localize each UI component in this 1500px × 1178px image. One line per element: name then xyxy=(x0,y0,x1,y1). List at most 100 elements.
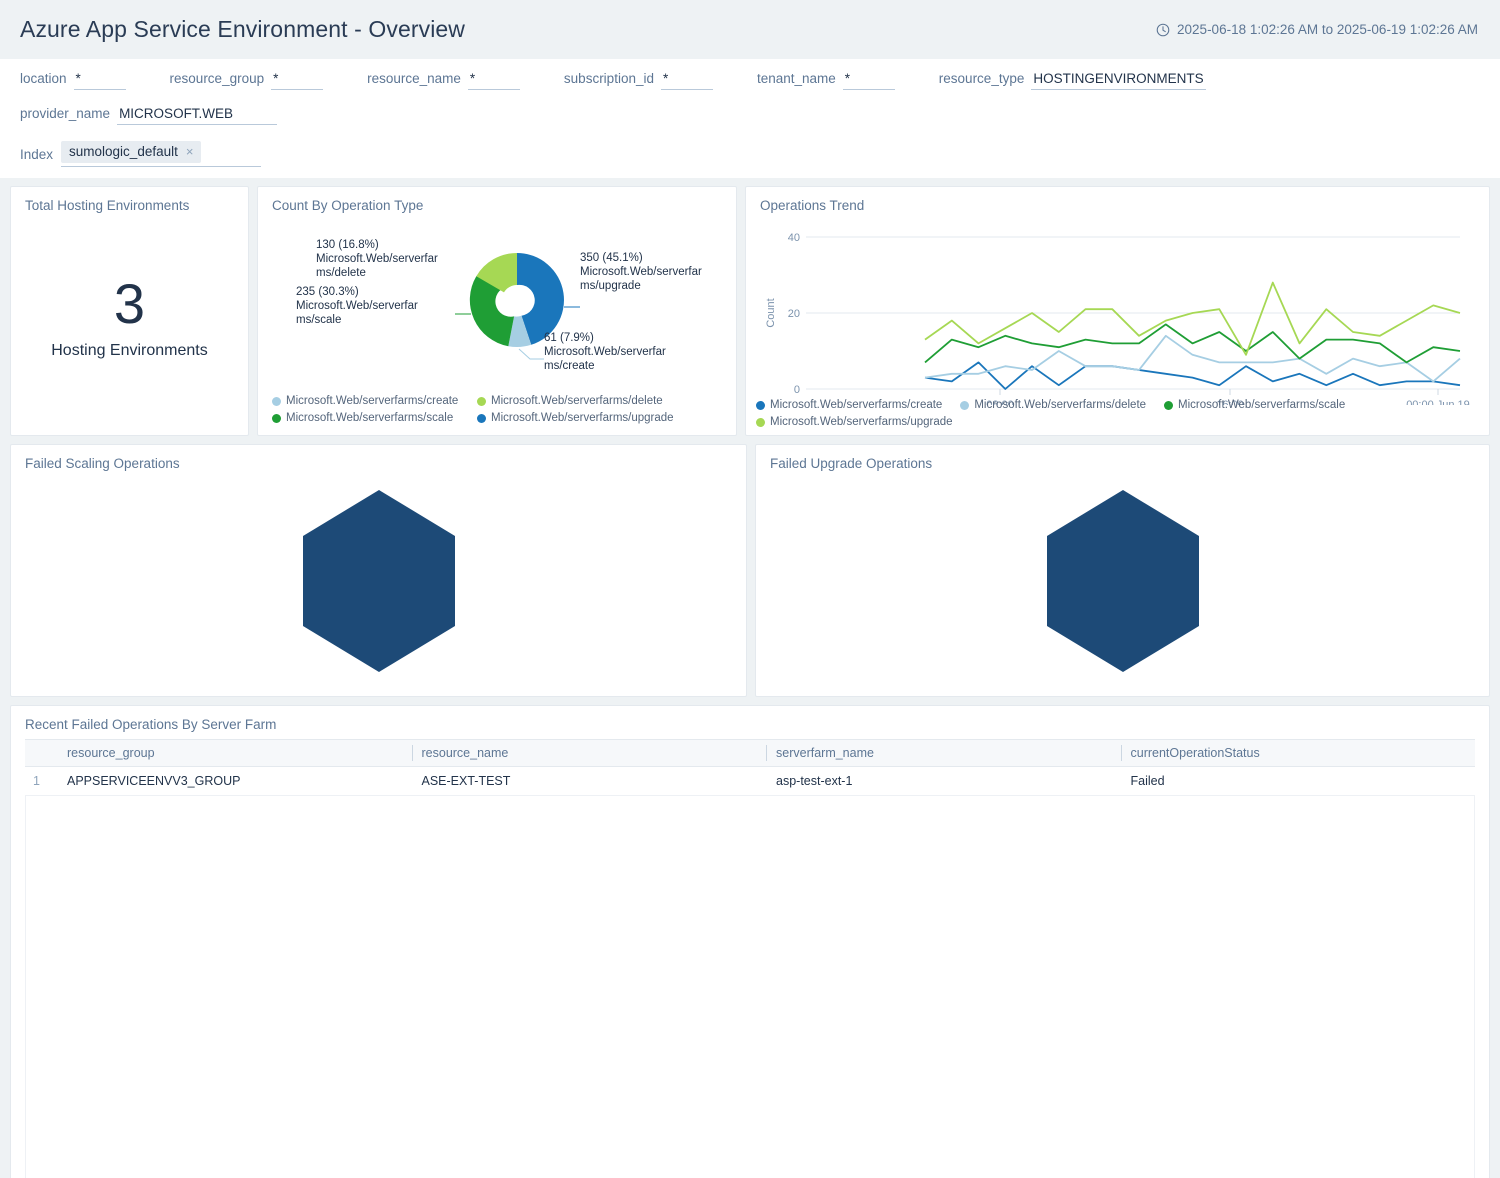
filter-resource-name-input[interactable]: * xyxy=(467,71,520,90)
table-cell-index: 1 xyxy=(25,766,57,796)
svg-text:235 (30.3%): 235 (30.3%) xyxy=(296,286,359,298)
total-hosting-environments-caption: Hosting Environments xyxy=(51,341,208,359)
panel-operations-trend: Operations Trend 40 20 0 Count 08:00 16:… xyxy=(745,186,1490,436)
ytick-0: 0 xyxy=(794,384,800,396)
table-empty-area xyxy=(25,796,1475,1178)
legend-item-scale[interactable]: Microsoft.Web/serverfarms/scale xyxy=(272,412,477,424)
failed-upgrade-honeycomb[interactable] xyxy=(770,473,1475,688)
trend-legend-dot-create xyxy=(756,400,765,410)
legend-item-delete[interactable]: Microsoft.Web/serverfarms/delete xyxy=(477,395,682,407)
filter-index-input[interactable]: sumologic_default × xyxy=(61,141,262,167)
legend-item-upgrade[interactable]: Microsoft.Web/serverfarms/upgrade xyxy=(477,412,682,424)
filter-resource-name[interactable]: resource_name * xyxy=(367,71,520,98)
trend-legend-item-scale[interactable]: Microsoft.Web/serverfarms/scale xyxy=(1164,399,1345,411)
table-cell-resource-group: APPSERVICEENVV3_GROUP xyxy=(57,766,412,796)
filter-subscription-id-input[interactable]: * xyxy=(660,71,713,90)
donut-chart[interactable]: 130 (16.8%) Microsoft.Web/serverfar ms/d… xyxy=(272,215,722,405)
filter-resource-group[interactable]: resource_group * xyxy=(170,71,324,98)
total-hosting-environments-value: 3 xyxy=(113,271,146,335)
failed-operations-table: resource_group resource_name serverfarm_… xyxy=(25,739,1475,796)
ytick-40: 40 xyxy=(788,232,800,244)
pie-legend: Microsoft.Web/serverfarms/create Microso… xyxy=(272,395,722,429)
filter-index-label: Index xyxy=(20,146,54,162)
svg-text:Microsoft.Web/serverfar: Microsoft.Web/serverfar xyxy=(544,346,666,358)
trend-legend-label-scale: Microsoft.Web/serverfarms/scale xyxy=(1178,399,1346,411)
trend-legend: Microsoft.Web/serverfarms/create Microso… xyxy=(756,399,1456,433)
panel-title-failed-scaling: Failed Scaling Operations xyxy=(25,456,180,471)
table-header-current-operation-status[interactable]: currentOperationStatus xyxy=(1120,739,1475,767)
trend-legend-label-create: Microsoft.Web/serverfarms/create xyxy=(770,399,943,411)
table-row[interactable]: 1 APPSERVICEENVV3_GROUP ASE-EXT-TEST asp… xyxy=(25,766,1475,796)
filter-resource-group-input[interactable]: * xyxy=(271,71,324,90)
line-chart-svg: 40 20 0 Count 08:00 16:00 00:00 Jun 19 xyxy=(765,232,1470,411)
filter-resource-type[interactable]: resource_type HOSTINGENVIRONMENTS xyxy=(939,71,1206,98)
leader-line-create xyxy=(518,348,544,360)
table-header-row: resource_group resource_name serverfarm_… xyxy=(25,739,1475,767)
trend-legend-dot-scale xyxy=(1164,400,1174,410)
svg-text:ms/upgrade: ms/upgrade xyxy=(580,280,641,292)
table-header-serverfarm-name[interactable]: serverfarm_name xyxy=(766,739,1121,767)
svg-text:ms/create: ms/create xyxy=(544,360,595,372)
panel-title-total: Total Hosting Environments xyxy=(25,198,190,213)
table-cell-resource-name: ASE-EXT-TEST xyxy=(411,766,766,796)
filter-index[interactable]: Index sumologic_default × xyxy=(20,141,1480,168)
filter-location[interactable]: location * xyxy=(20,71,126,98)
table-header-resource-name[interactable]: resource_name xyxy=(411,739,766,767)
trend-legend-label-upgrade: Microsoft.Web/serverfarms/upgrade xyxy=(770,416,953,428)
single-value-chart: 3 Hosting Environments xyxy=(25,215,234,420)
panel-total-hosting-environments: Total Hosting Environments 3 Hosting Env… xyxy=(10,186,249,436)
svg-text:ms/delete: ms/delete xyxy=(316,267,366,279)
hexagon-icon xyxy=(302,489,455,672)
dashboard-row-3: Recent Failed Operations By Server Farm … xyxy=(10,705,1490,1178)
legend-label-upgrade: Microsoft.Web/serverfarms/upgrade xyxy=(491,412,674,424)
filter-provider-name-label: provider_name xyxy=(20,106,111,121)
svg-text:Microsoft.Web/serverfar: Microsoft.Web/serverfar xyxy=(296,300,418,312)
filter-tenant-name[interactable]: tenant_name * xyxy=(757,71,895,98)
filter-subscription-id[interactable]: subscription_id * xyxy=(564,71,713,98)
svg-text:Microsoft.Web/serverfar: Microsoft.Web/serverfar xyxy=(580,266,702,278)
legend-dot-delete xyxy=(477,396,486,406)
svg-text:ms/scale: ms/scale xyxy=(296,314,341,326)
dashboard-row-2: Failed Scaling Operations Failed Upgrade… xyxy=(10,444,1490,697)
panel-title-table: Recent Failed Operations By Server Farm xyxy=(25,717,277,732)
filter-resource-type-input[interactable]: HOSTINGENVIRONMENTS xyxy=(1031,71,1206,90)
trend-legend-item-upgrade[interactable]: Microsoft.Web/serverfarms/upgrade xyxy=(756,416,953,428)
pie-label-create: 61 (7.9%) Microsoft.Web/serverfar ms/cre… xyxy=(544,332,666,372)
panel-title-failed-upgrade: Failed Upgrade Operations xyxy=(770,456,933,471)
filter-bar: location * resource_group * resource_nam… xyxy=(0,59,1500,178)
time-range-label: 2025-06-18 1:02:26 AM to 2025-06-19 1:02… xyxy=(1177,22,1478,37)
trend-legend-label-delete: Microsoft.Web/serverfarms/delete xyxy=(974,399,1147,411)
table-header-resource-group[interactable]: resource_group xyxy=(57,739,412,767)
svg-text:130 (16.8%): 130 (16.8%) xyxy=(316,239,379,251)
yaxis-label: Count xyxy=(765,298,777,327)
line-chart[interactable]: 40 20 0 Count 08:00 16:00 00:00 Jun 19 xyxy=(760,215,1475,411)
panel-count-by-operation-type: Count By Operation Type 130 (16.8%) Micr… xyxy=(257,186,737,436)
filter-provider-name[interactable]: provider_name MICROSOFT.WEB xyxy=(20,106,278,133)
pie-label-scale: 235 (30.3%) Microsoft.Web/serverfar ms/s… xyxy=(296,286,418,326)
time-range-picker[interactable]: 2025-06-18 1:02:26 AM to 2025-06-19 1:02… xyxy=(1156,22,1478,37)
index-chip-label: sumologic_default xyxy=(69,144,178,159)
svg-text:61 (7.9%): 61 (7.9%) xyxy=(544,332,594,344)
filter-location-label: location xyxy=(20,71,67,86)
trend-legend-dot-upgrade xyxy=(756,417,765,427)
panel-failed-upgrade-operations: Failed Upgrade Operations xyxy=(755,444,1490,697)
index-chip[interactable]: sumologic_default × xyxy=(61,141,202,163)
filter-tenant-name-input[interactable]: * xyxy=(842,71,895,90)
series-lines xyxy=(924,281,1461,390)
legend-item-create[interactable]: Microsoft.Web/serverfarms/create xyxy=(272,395,477,407)
dashboard-grid: Total Hosting Environments 3 Hosting Env… xyxy=(0,178,1500,1178)
filter-location-input[interactable]: * xyxy=(73,71,126,90)
table-cell-current-operation-status: Failed xyxy=(1120,766,1475,796)
trend-legend-item-create[interactable]: Microsoft.Web/serverfarms/create xyxy=(756,399,942,411)
panel-title-pie: Count By Operation Type xyxy=(272,198,424,213)
trend-legend-item-delete[interactable]: Microsoft.Web/serverfarms/delete xyxy=(960,399,1146,411)
legend-label-create: Microsoft.Web/serverfarms/create xyxy=(286,395,459,407)
filter-provider-name-input[interactable]: MICROSOFT.WEB xyxy=(117,106,278,125)
filter-tenant-name-label: tenant_name xyxy=(756,71,836,86)
failed-scaling-honeycomb[interactable] xyxy=(25,473,732,688)
trend-legend-dot-delete xyxy=(960,400,970,410)
close-icon[interactable]: × xyxy=(186,144,194,159)
filter-resource-group-label: resource_group xyxy=(169,71,265,86)
pie-label-upgrade: 350 (45.1%) Microsoft.Web/serverfar ms/u… xyxy=(580,252,702,292)
legend-dot-create xyxy=(272,396,281,406)
